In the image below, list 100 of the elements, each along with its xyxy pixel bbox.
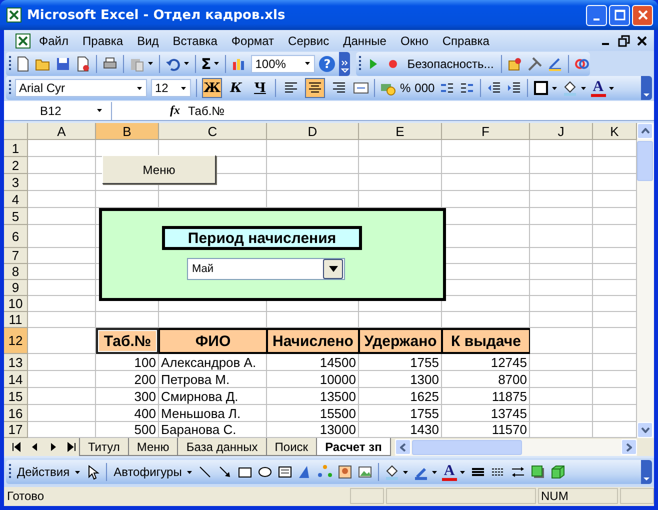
column-header[interactable]: A <box>28 123 96 140</box>
menu-item[interactable]: Окно <box>393 34 436 48</box>
menu-item[interactable]: Формат <box>224 34 282 48</box>
row-header[interactable]: 14 <box>4 371 28 388</box>
menu-item[interactable]: Вставка <box>166 34 224 48</box>
bold-button[interactable]: Ж <box>202 78 222 98</box>
merge-cells-icon[interactable] <box>353 80 369 96</box>
underline-button[interactable]: Ч <box>250 78 270 98</box>
picture-icon[interactable] <box>356 464 373 480</box>
font-dropdown[interactable]: Arial Cyr <box>15 79 147 98</box>
scroll-down-button[interactable] <box>637 422 653 438</box>
row-header[interactable]: 3 <box>4 174 28 192</box>
row-header[interactable]: 9 <box>4 280 28 296</box>
fill-color-icon[interactable] <box>384 464 400 480</box>
close-button[interactable] <box>632 4 653 26</box>
row-header[interactable]: 12 <box>4 328 28 354</box>
menu-item[interactable]: Вид <box>130 34 166 48</box>
sheet-tab[interactable]: Расчет зп <box>316 438 391 456</box>
workbook-icon[interactable] <box>14 32 32 49</box>
caret-icon[interactable] <box>458 468 466 476</box>
shadow-icon[interactable] <box>530 464 546 480</box>
scroll-left-button[interactable] <box>394 439 411 456</box>
thousands-button[interactable]: 000 <box>414 81 435 96</box>
caret-icon[interactable] <box>550 84 558 92</box>
caret-icon[interactable] <box>147 60 154 68</box>
caret-icon[interactable] <box>186 468 193 476</box>
row-header[interactable]: 4 <box>4 191 28 208</box>
insert-function-button[interactable]: fx <box>170 103 180 118</box>
toolbar-options-button[interactable] <box>339 52 350 76</box>
vertical-scrollbar[interactable] <box>637 123 654 438</box>
last-sheet-icon[interactable] <box>65 441 77 454</box>
column-header[interactable]: E <box>359 123 442 140</box>
text-box-icon[interactable] <box>276 464 293 480</box>
zoom-dropdown[interactable]: 100% <box>251 54 316 73</box>
menu-item[interactable]: Файл <box>32 34 76 48</box>
row-header[interactable]: 7 <box>4 248 28 264</box>
caret-icon[interactable] <box>580 84 587 92</box>
horizontal-scrollbar[interactable] <box>394 438 637 456</box>
column-header[interactable]: J <box>530 123 593 140</box>
row-header[interactable]: 15 <box>4 388 28 406</box>
close-icon[interactable] <box>636 34 648 47</box>
formula-field[interactable]: Таб.№ <box>188 104 654 118</box>
italic-button[interactable]: К <box>226 78 246 98</box>
sheet-tab[interactable]: Титул <box>79 438 129 456</box>
scroll-up-button[interactable] <box>637 123 653 140</box>
help-button[interactable]: ? <box>319 56 336 72</box>
fill-color-icon[interactable] <box>562 80 578 96</box>
row-header[interactable]: 5 <box>4 208 28 226</box>
menu-item[interactable]: Правка <box>76 34 130 48</box>
caret-icon[interactable] <box>74 468 81 476</box>
minimize-button[interactable] <box>586 4 607 26</box>
scroll-thumb[interactable] <box>637 141 653 182</box>
cube-icon[interactable] <box>550 464 566 480</box>
row-header[interactable]: 8 <box>4 264 28 280</box>
tools-icon[interactable] <box>526 56 543 72</box>
row-header[interactable]: 10 <box>4 296 28 312</box>
menu-item[interactable]: Сервис <box>281 34 336 48</box>
autosum-button[interactable]: Σ <box>201 54 212 73</box>
document-permission-icon[interactable] <box>75 56 91 72</box>
toolbox-icon[interactable] <box>506 56 523 72</box>
new-document-icon[interactable] <box>15 56 31 72</box>
design-icon[interactable] <box>546 56 563 72</box>
row-header[interactable]: 1 <box>4 140 28 158</box>
dropdown-button[interactable] <box>323 259 343 280</box>
row-header[interactable]: 13 <box>4 354 28 372</box>
maximize-button[interactable] <box>609 4 630 26</box>
menu-item[interactable]: Данные <box>336 34 394 48</box>
scroll-right-button[interactable] <box>621 439 637 456</box>
autoshapes-menu-button[interactable]: Автофигуры <box>112 465 184 480</box>
caret-icon[interactable] <box>402 468 409 476</box>
menu-button[interactable]: Меню <box>102 155 216 184</box>
font-size-dropdown[interactable]: 12 <box>151 79 191 98</box>
column-header[interactable]: K <box>593 123 637 140</box>
caret-icon[interactable] <box>183 60 190 68</box>
row-header[interactable]: 6 <box>4 225 28 248</box>
column-header[interactable]: D <box>267 123 359 140</box>
column-header[interactable]: C <box>159 123 267 140</box>
save-icon[interactable] <box>55 56 71 72</box>
font-color-button[interactable]: A <box>590 80 606 97</box>
actions-menu-button[interactable]: Действия <box>15 465 72 480</box>
column-header[interactable]: F <box>442 123 530 140</box>
percent-button[interactable]: % <box>400 81 411 96</box>
row-header[interactable]: 17 <box>4 422 28 438</box>
align-center-button[interactable] <box>305 78 325 98</box>
font-color-button[interactable]: A <box>442 464 457 481</box>
caret-icon[interactable] <box>608 84 615 92</box>
restore-icon[interactable] <box>618 34 630 47</box>
first-sheet-icon[interactable] <box>11 441 23 454</box>
row-header[interactable]: 2 <box>4 157 28 174</box>
borders-icon[interactable] <box>532 80 549 96</box>
clip-art-icon[interactable] <box>336 464 353 480</box>
row-header[interactable]: 11 <box>4 312 28 328</box>
toolbar-options-button[interactable] <box>641 460 652 484</box>
menu-item[interactable]: Справка <box>435 34 496 48</box>
caret-icon[interactable] <box>213 60 220 68</box>
column-header[interactable]: B <box>96 123 159 140</box>
month-dropdown[interactable]: Май <box>187 258 345 280</box>
scroll-thumb[interactable] <box>412 440 522 455</box>
caret-icon[interactable] <box>430 468 438 476</box>
toolbar-options-button[interactable] <box>641 76 652 100</box>
